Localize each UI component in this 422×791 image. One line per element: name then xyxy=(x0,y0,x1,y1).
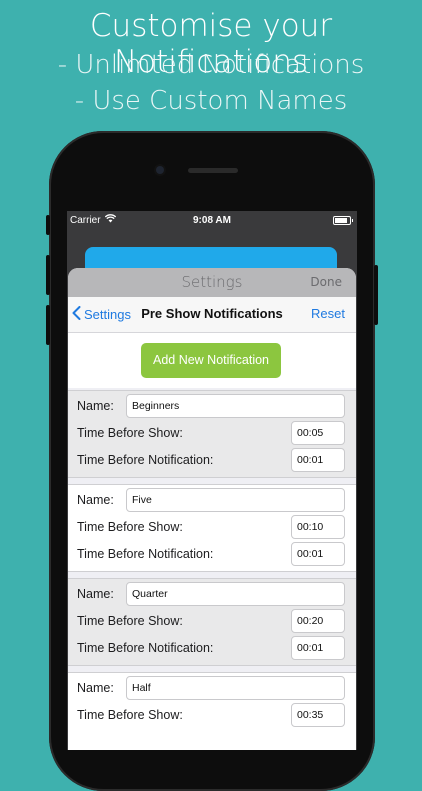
name-label: Name: xyxy=(77,399,114,413)
name-field[interactable]: Quarter xyxy=(126,582,345,606)
camera-icon xyxy=(156,166,164,174)
time-before-notification-label: Time Before Notification: xyxy=(77,547,214,561)
mute-switch xyxy=(46,215,50,235)
settings-sheet: Settings Done Settings Pre Show Notifica… xyxy=(68,268,356,750)
status-bar: Carrier 9:08 AM xyxy=(67,211,357,231)
name-label: Name: xyxy=(77,681,114,695)
reset-button[interactable]: Reset xyxy=(311,306,345,321)
done-button[interactable]: Done xyxy=(310,275,342,289)
navigation-bar: Settings Pre Show Notifications Reset xyxy=(68,297,356,333)
notification-card: Name: Five Time Before Show: 00:10 Time … xyxy=(68,484,356,572)
name-field[interactable]: Beginners xyxy=(126,394,345,418)
volume-down-button xyxy=(46,305,50,345)
name-label: Name: xyxy=(77,493,114,507)
name-field[interactable]: Half xyxy=(126,676,345,700)
time-before-show-label: Time Before Show: xyxy=(77,520,183,534)
time-before-notification-label: Time Before Notification: xyxy=(77,641,214,655)
promo-line-custom-names: - Use Custom Names xyxy=(74,86,348,116)
volume-up-button xyxy=(46,255,50,295)
sheet-header: Settings Done xyxy=(68,268,356,297)
time-before-show-field[interactable]: 00:20 xyxy=(291,609,345,633)
phone-screen: Carrier 9:08 AM Settings Done Settings P… xyxy=(67,211,357,750)
promo-line-unlimited: - Unlimted Notifications xyxy=(57,50,365,80)
add-section: Add New Notification xyxy=(68,333,356,388)
notification-card: Name: Quarter Time Before Show: 00:20 Ti… xyxy=(68,578,356,666)
time-before-show-field[interactable]: 00:35 xyxy=(291,703,345,727)
time-before-notification-label: Time Before Notification: xyxy=(77,453,214,467)
time-before-show-field[interactable]: 00:10 xyxy=(291,515,345,539)
add-notification-button[interactable]: Add New Notification xyxy=(141,343,281,378)
notification-card: Name: Beginners Time Before Show: 00:05 … xyxy=(68,390,356,478)
time-before-notification-field[interactable]: 00:01 xyxy=(291,542,345,566)
battery-icon xyxy=(333,216,353,225)
name-label: Name: xyxy=(77,587,114,601)
time-before-notification-field[interactable]: 00:01 xyxy=(291,448,345,472)
time-before-show-label: Time Before Show: xyxy=(77,614,183,628)
name-field[interactable]: Five xyxy=(126,488,345,512)
time-before-show-field[interactable]: 00:05 xyxy=(291,421,345,445)
time-before-notification-field[interactable]: 00:01 xyxy=(291,636,345,660)
clock: 9:08 AM xyxy=(193,215,231,226)
notification-card: Name: Half Time Before Show: 00:35 xyxy=(68,672,356,750)
power-button xyxy=(374,265,378,325)
time-before-show-label: Time Before Show: xyxy=(77,426,183,440)
time-before-show-label: Time Before Show: xyxy=(77,708,183,722)
speaker-grille xyxy=(188,168,238,173)
